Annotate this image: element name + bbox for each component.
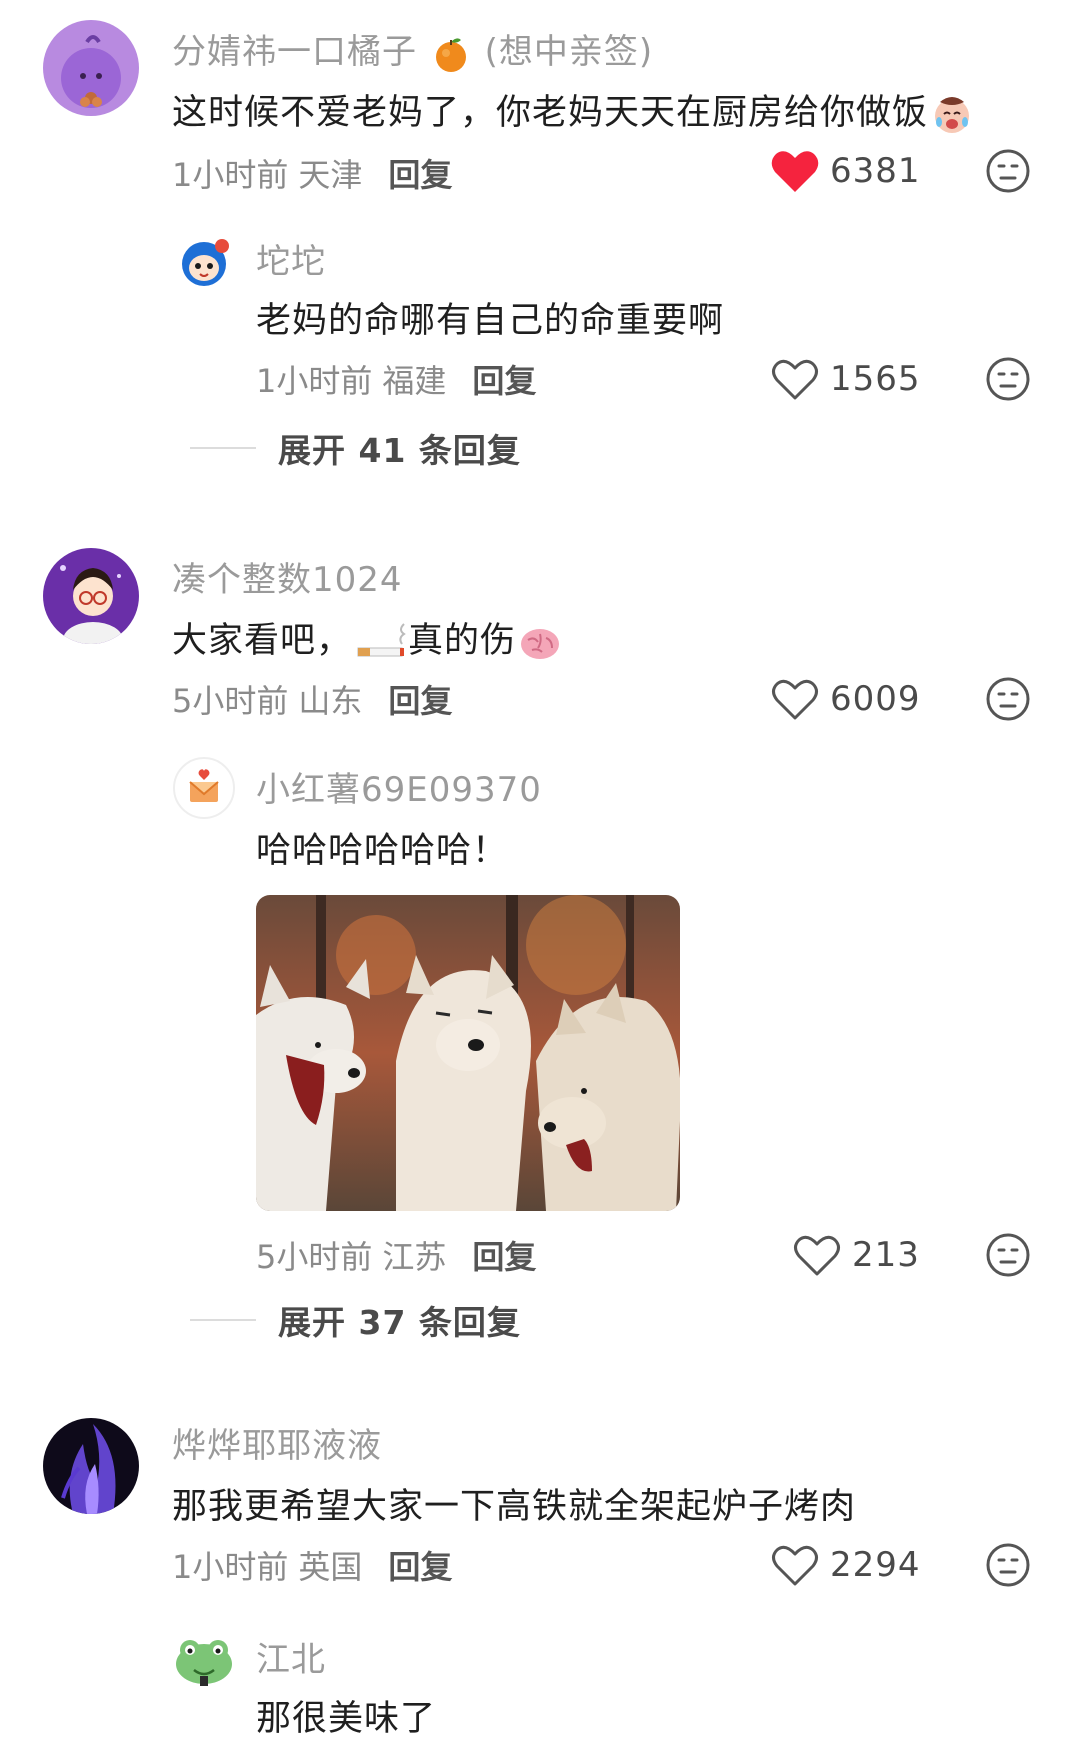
username[interactable]: 烨烨耶耶液液 xyxy=(172,1418,382,1467)
comment-text: 那我更希望大家一下高铁就全架起炉子烤肉 xyxy=(172,1487,857,1527)
reply-button[interactable]: 回复 xyxy=(388,156,452,194)
heart-filled-icon xyxy=(770,148,820,194)
like-count: 6009 xyxy=(830,679,921,719)
reply-button[interactable]: 回复 xyxy=(388,682,452,720)
reply-meta: 5小时前 江苏 回复 xyxy=(256,1232,536,1278)
divider-line xyxy=(190,1319,256,1321)
location: 天津 xyxy=(298,156,363,194)
comment-text-part: 真的伤 xyxy=(408,621,517,661)
username-suffix: (想中亲签) xyxy=(484,32,654,72)
comment-text: 大家看吧， 真的伤 xyxy=(172,612,564,664)
username[interactable]: 凑个整数1024 xyxy=(172,552,403,601)
comment-meta: 5小时前 山东 回复 xyxy=(172,676,452,722)
expand-replies-button[interactable]: 展开 41 条回复 xyxy=(190,428,521,470)
dislike-button[interactable] xyxy=(985,148,1031,194)
expand-replies-label: 展开 37 条回复 xyxy=(278,1303,521,1342)
heart-outline-icon xyxy=(792,1232,842,1278)
dislike-face-icon xyxy=(985,1542,1031,1588)
orange-emoji xyxy=(431,34,471,74)
dislike-button[interactable] xyxy=(985,676,1031,722)
comment-text-content: 这时候不爱老妈了，你老妈天天在厨房给你做饭 xyxy=(172,93,929,133)
expand-replies-button[interactable]: 展开 37 条回复 xyxy=(190,1300,521,1342)
heart-outline-icon xyxy=(770,1542,820,1588)
reply-text: 哈哈哈哈哈哈！ xyxy=(256,831,509,871)
username-text: 分婧祎一口橘子 xyxy=(172,32,417,72)
comment-text-part: 大家看吧， xyxy=(172,621,353,661)
like-count: 2294 xyxy=(830,1545,921,1585)
cigarette-emoji xyxy=(354,620,406,664)
avatar[interactable] xyxy=(43,1418,139,1514)
reply-username[interactable]: 坨坨 xyxy=(256,234,326,283)
comment-meta: 1小时前 天津 回复 xyxy=(172,150,452,196)
timestamp: 1小时前 xyxy=(172,1548,289,1586)
like-button[interactable]: 6009 xyxy=(770,674,921,724)
avatar[interactable] xyxy=(43,20,139,116)
heart-outline-icon xyxy=(770,676,820,722)
like-button[interactable]: 2294 xyxy=(770,1540,921,1590)
brain-emoji xyxy=(518,620,562,664)
reply-button[interactable]: 回复 xyxy=(388,1548,452,1586)
reply-avatar[interactable] xyxy=(172,1626,236,1690)
divider-line xyxy=(190,447,256,449)
comment-text: 这时候不爱老妈了，你老妈天天在厨房给你做饭 xyxy=(172,84,976,136)
crying-face-emoji xyxy=(930,92,974,136)
dislike-face-icon xyxy=(985,356,1031,402)
reply-button[interactable]: 回复 xyxy=(472,1238,536,1276)
dislike-button[interactable] xyxy=(985,1232,1031,1278)
dislike-face-icon xyxy=(985,676,1031,722)
reply-username[interactable]: 小红薯69E09370 xyxy=(256,762,542,811)
dislike-face-icon xyxy=(985,148,1031,194)
dislike-button[interactable] xyxy=(985,1542,1031,1588)
reply-image[interactable] xyxy=(256,895,680,1211)
reply-username[interactable]: 江北 xyxy=(256,1632,326,1681)
timestamp: 5小时前 xyxy=(172,682,289,720)
location: 福建 xyxy=(382,362,447,400)
reply-meta: 1小时前 福建 回复 xyxy=(256,356,536,402)
heart-outline-icon xyxy=(770,356,820,402)
like-count: 213 xyxy=(852,1235,920,1275)
username[interactable]: 分婧祎一口橘子 (想中亲签) xyxy=(172,24,653,74)
dislike-button[interactable] xyxy=(985,356,1031,402)
timestamp: 1小时前 xyxy=(256,362,373,400)
avatar[interactable] xyxy=(43,548,139,644)
timestamp: 5小时前 xyxy=(256,1238,373,1276)
reply-avatar[interactable] xyxy=(172,228,236,292)
like-button[interactable]: 1565 xyxy=(770,354,921,404)
like-button[interactable]: 6381 xyxy=(770,146,921,196)
like-count: 1565 xyxy=(830,359,921,399)
like-button[interactable]: 213 xyxy=(792,1230,920,1280)
reply-button[interactable]: 回复 xyxy=(472,362,536,400)
location: 江苏 xyxy=(382,1238,447,1276)
comment-meta: 1小时前 英国 回复 xyxy=(172,1542,452,1588)
reply-avatar[interactable] xyxy=(172,756,236,820)
location: 英国 xyxy=(298,1548,363,1586)
timestamp: 1小时前 xyxy=(172,156,289,194)
location: 山东 xyxy=(298,682,363,720)
expand-replies-label: 展开 41 条回复 xyxy=(278,431,521,470)
reply-text: 那很美味了 xyxy=(256,1699,437,1739)
like-count: 6381 xyxy=(830,151,921,191)
reply-text: 老妈的命哪有自己的命重要啊 xyxy=(256,301,725,341)
dislike-face-icon xyxy=(985,1232,1031,1278)
